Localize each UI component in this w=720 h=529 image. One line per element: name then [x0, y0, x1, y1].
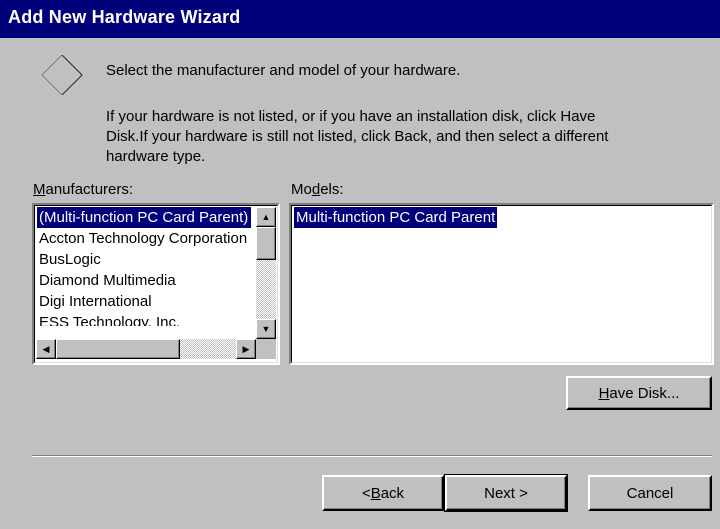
back-button[interactable]: < ​Back — [322, 475, 444, 511]
manufacturers-label: Manufacturers: — [33, 181, 134, 198]
manufacturer-item[interactable]: ESS Technology, Inc. — [37, 312, 251, 326]
intro-text-1: Select the manufacturer and model of you… — [106, 62, 461, 79]
manufacturer-item[interactable]: BusLogic — [37, 249, 251, 270]
intro-text-2a: If your hardware is not listed, or if yo… — [106, 108, 596, 125]
scrollbar-corner — [256, 339, 276, 359]
left-arrow-icon[interactable]: ◀ — [36, 339, 56, 359]
models-list[interactable]: Multi-function PC Card Parent — [289, 203, 714, 365]
diamond-icon — [40, 53, 84, 97]
manufacturers-list[interactable]: (Multi-function PC Card Parent) Accton T… — [32, 203, 280, 365]
horizontal-scroll-thumb[interactable] — [56, 339, 180, 359]
model-item[interactable]: Multi-function PC Card Parent — [294, 207, 498, 228]
cancel-button[interactable]: Cancel — [588, 475, 712, 511]
next-button[interactable]: Next > — [444, 474, 568, 512]
down-arrow-icon[interactable]: ▼ — [256, 319, 276, 339]
intro-text-2b: Disk.If your hardware is still not liste… — [106, 128, 609, 145]
title-bar: Add New Hardware Wizard — [0, 0, 720, 38]
have-disk-button[interactable]: Have Disk... — [566, 376, 712, 410]
right-arrow-icon[interactable]: ▶ — [236, 339, 256, 359]
manufacturer-item[interactable]: Diamond Multimedia — [37, 270, 251, 291]
models-label: Models: — [291, 181, 344, 198]
intro-text-2c: hardware type. — [106, 148, 206, 165]
manufacturer-item[interactable]: (Multi-function PC Card Parent) — [37, 207, 251, 228]
vertical-scroll-thumb[interactable] — [256, 227, 276, 260]
up-arrow-icon[interactable]: ▲ — [256, 207, 276, 227]
manufacturer-item[interactable]: Digi International — [37, 291, 251, 312]
manufacturer-item[interactable]: Accton Technology Corporation — [37, 228, 251, 249]
separator — [32, 455, 712, 457]
window-title: Add New Hardware Wizard — [8, 7, 241, 27]
